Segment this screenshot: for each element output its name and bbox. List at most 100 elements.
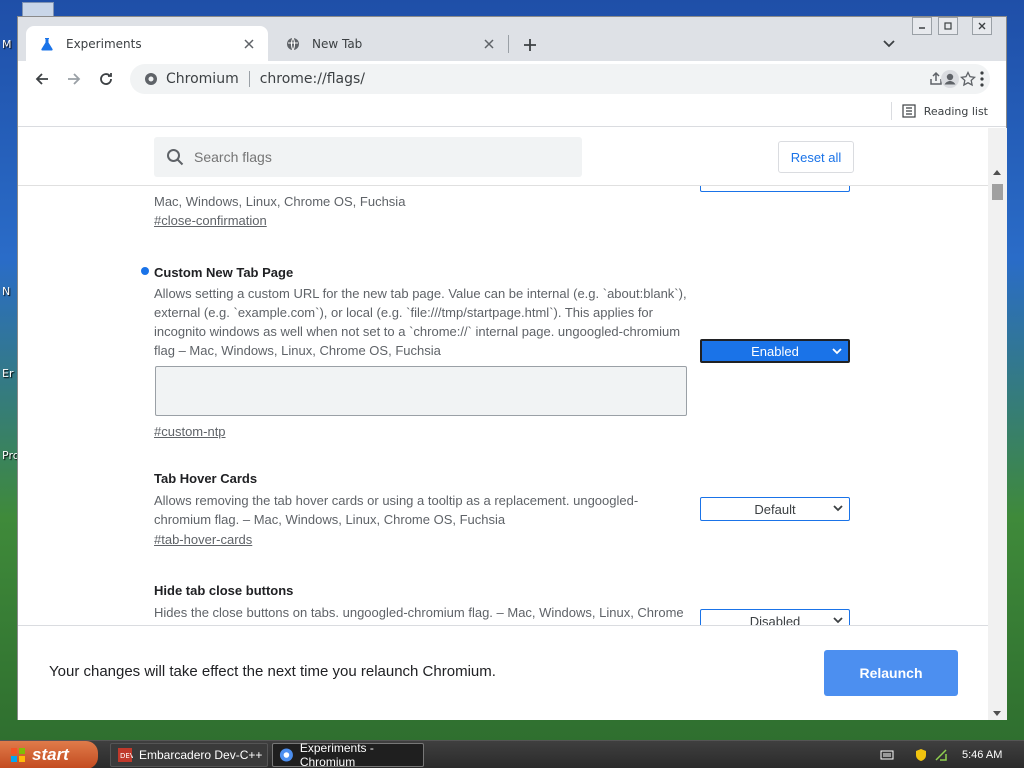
reading-list-label: Reading list <box>923 104 988 118</box>
toolbar: Chromium chrome://flags/ <box>18 61 1006 97</box>
chevron-down-icon <box>833 505 843 512</box>
custom-ntp-url-input[interactable] <box>155 366 687 416</box>
new-tab-button[interactable] <box>518 33 542 57</box>
clock[interactable]: 5:46 AM <box>962 749 1002 761</box>
minimize-icon <box>919 27 925 29</box>
desktop-label-3[interactable]: Er <box>2 367 13 380</box>
hide-tab-close-select[interactable]: Disabled <box>700 609 850 625</box>
search-flags-box[interactable] <box>154 137 582 177</box>
experiment-link[interactable]: #tab-hover-cards <box>154 532 854 547</box>
experiment-title: Custom New Tab Page <box>154 265 294 280</box>
relaunch-button[interactable]: Relaunch <box>824 650 958 696</box>
experiment-link[interactable]: #close-confirmation <box>154 213 854 228</box>
tab-search-button[interactable] <box>878 33 900 55</box>
tab-label: Experiments <box>66 36 142 51</box>
tab-experiments[interactable]: Experiments <box>26 26 268 61</box>
search-icon <box>167 149 184 166</box>
taskbar: start DEV Embarcadero Dev-C++ Experiment… <box>0 740 1024 768</box>
experiment-description: Allows setting a custom URL for the new … <box>154 286 687 358</box>
chromium-icon <box>145 73 157 85</box>
globe-icon <box>286 37 300 51</box>
experiment-description: Mac, Windows, Linux, Chrome OS, Fuchsia <box>154 194 406 209</box>
experiment-partial: Mac, Windows, Linux, Chrome OS, Fuchsia … <box>154 192 854 228</box>
relaunch-bar: Your changes will take effect the next t… <box>18 625 988 720</box>
omnibox[interactable]: Chromium chrome://flags/ <box>130 64 990 94</box>
desktop-label-1[interactable]: M <box>2 38 12 51</box>
experiment-tab-hover-cards: Tab Hover Cards Allows removing the tab … <box>154 471 854 547</box>
plus-icon <box>524 39 536 51</box>
experiment-description: Hides the close buttons on tabs. ungoogl… <box>154 605 684 625</box>
reading-list-button[interactable]: Reading list <box>890 102 988 120</box>
tab-new-tab[interactable]: New Tab <box>272 26 508 61</box>
scroll-up-arrow-icon[interactable] <box>993 170 1001 175</box>
reload-icon <box>100 73 112 85</box>
flags-header: Reset all <box>18 128 988 186</box>
forward-button[interactable] <box>62 67 86 91</box>
svg-text:DEV: DEV <box>120 752 133 760</box>
tab-strip: Experiments New Tab <box>18 17 1006 61</box>
close-tab-icon[interactable] <box>480 35 498 53</box>
bookmarks-bar: Reading list <box>18 97 1006 127</box>
select-value: Default <box>754 501 796 517</box>
devcpp-icon: DEV <box>118 748 133 762</box>
close-tab-icon[interactable] <box>240 35 258 53</box>
custom-ntp-select[interactable]: Enabled <box>700 339 850 363</box>
reset-all-button[interactable]: Reset all <box>778 141 854 173</box>
divider <box>890 102 892 120</box>
site-name: Chromium <box>166 71 239 87</box>
close-icon <box>978 22 986 30</box>
windows-flag-icon <box>11 748 25 762</box>
forward-arrow-icon <box>68 73 81 85</box>
taskbar-item-chromium[interactable]: Experiments - Chromium <box>272 741 424 768</box>
network-icon <box>935 749 947 761</box>
experiment-description: Allows removing the tab hover cards or u… <box>154 493 639 527</box>
back-arrow-icon <box>35 73 48 85</box>
restore-icon <box>944 22 952 30</box>
reload-button[interactable] <box>94 67 118 91</box>
select-value: Enabled <box>751 343 799 359</box>
browser-window: Experiments New Tab Chromium chrome://fl… <box>17 16 1007 720</box>
start-label: start <box>32 745 69 764</box>
chevron-down-icon <box>883 40 895 48</box>
experiment-hide-tab-close-buttons: Hide tab close buttons Hides the close b… <box>154 583 854 625</box>
desktop-label-2[interactable]: N <box>2 285 10 298</box>
reading-list-icon <box>902 104 916 118</box>
flags-page: Reset all Mac, Windows, Linux, Chrome OS… <box>18 128 988 625</box>
url-text[interactable]: chrome://flags/ <box>260 71 365 87</box>
flask-icon <box>40 37 54 51</box>
site-chip[interactable]: Chromium <box>144 71 239 87</box>
search-input[interactable] <box>194 149 554 165</box>
chromium-icon <box>279 748 293 762</box>
kebab-menu-icon <box>980 71 984 87</box>
scroll-down-arrow-icon[interactable] <box>993 711 1001 716</box>
back-button[interactable] <box>30 67 54 91</box>
chevron-down-icon <box>832 348 842 355</box>
system-tray: 5:46 AM <box>880 741 1024 768</box>
close-window-button[interactable] <box>972 17 992 35</box>
shield-icon <box>916 749 926 761</box>
keyboard-icon <box>880 750 894 760</box>
taskbar-item-label: Embarcadero Dev-C++ <box>139 748 263 762</box>
experiment-custom-ntp: Custom New Tab Page Allows setting a cus… <box>141 265 854 439</box>
maximize-button[interactable] <box>938 17 958 35</box>
tab-label: New Tab <box>312 36 363 51</box>
start-button[interactable]: start <box>0 741 98 768</box>
experiment-title: Tab Hover Cards <box>154 471 258 486</box>
avatar-icon <box>941 70 959 88</box>
tab-hover-cards-select[interactable]: Default <box>700 497 850 521</box>
vertical-scrollbar[interactable] <box>988 128 1007 720</box>
chevron-down-icon <box>833 617 843 624</box>
experiment-link[interactable]: #custom-ntp <box>154 424 854 439</box>
scroll-thumb[interactable] <box>992 184 1003 200</box>
select-value: Disabled <box>749 613 801 626</box>
omnibox-separator <box>248 71 250 87</box>
experiment-title: Hide tab close buttons <box>154 583 294 598</box>
tab-separator <box>508 35 509 53</box>
modified-indicator <box>141 267 149 275</box>
minimize-button[interactable] <box>912 17 932 35</box>
taskbar-item-devcpp[interactable]: DEV Embarcadero Dev-C++ <box>110 743 268 767</box>
relaunch-message: Your changes will take effect the next t… <box>49 663 496 680</box>
profile-button[interactable] <box>938 67 962 91</box>
menu-button[interactable] <box>970 67 994 91</box>
taskbar-item-label: Experiments - Chromium <box>299 741 374 768</box>
